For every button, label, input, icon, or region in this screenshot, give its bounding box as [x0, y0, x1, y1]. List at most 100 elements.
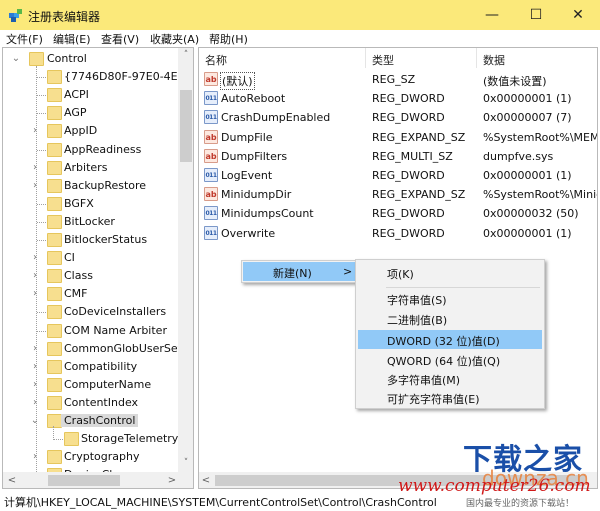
tree-item-control[interactable]: ⌄ Control	[3, 50, 178, 68]
tree-item-ci[interactable]: › CI	[3, 249, 178, 267]
folder-icon	[47, 178, 62, 193]
list-row[interactable]: ab DumpFilters REG_MULTI_SZ dumpfve.sys	[199, 147, 597, 166]
tree-vertical-scrollbar[interactable]: ˄ ˅	[178, 48, 193, 472]
tree-item-crashcontrol[interactable]: ⌄ CrashControl	[3, 412, 178, 430]
scroll-right-arrow[interactable]: >	[165, 472, 179, 488]
list-row[interactable]: 011 AutoReboot REG_DWORD 0x00000001 (1)	[199, 89, 597, 108]
menu-edit[interactable]: 编辑(E)	[53, 31, 91, 47]
chevron-right-icon[interactable]: ›	[30, 394, 40, 412]
column-header-name[interactable]: 名称	[199, 48, 365, 68]
menu-favorites[interactable]: 收藏夹(A)	[150, 31, 199, 47]
list-row[interactable]: 011 CrashDumpEnabled REG_DWORD 0x00000007 (…	[199, 108, 597, 127]
chevron-right-icon[interactable]: ›	[30, 376, 40, 394]
chevron-right-icon[interactable]: ›	[30, 177, 40, 195]
scroll-left-arrow[interactable]: <	[5, 472, 19, 488]
tree-hscroll-thumb[interactable]	[48, 475, 120, 486]
tree-item-storagetelemetry[interactable]: StorageTelemetry	[3, 430, 178, 448]
chevron-right-icon[interactable]: ›	[30, 159, 40, 177]
tree-item-agp[interactable]: AGP	[3, 104, 178, 122]
title-bar: 注册表编辑器 — ☐ ✕	[0, 0, 600, 30]
tree-item-label: AppID	[64, 124, 98, 138]
binary-value-icon: 011	[204, 225, 218, 240]
tree-item-backuprestore[interactable]: › BackupRestore	[3, 177, 178, 195]
tree-item-label: CI	[64, 251, 75, 265]
chevron-right-icon[interactable]: ›	[30, 448, 40, 466]
column-header-type[interactable]: 类型	[366, 48, 476, 68]
string-value-icon: ab	[204, 148, 218, 163]
tree-item-bitlockerstatus[interactable]: BitlockerStatus	[3, 231, 178, 249]
tree-item-7746d80f-97e0-4e26[interactable]: {7746D80F-97E0-4E26-	[3, 68, 193, 86]
chevron-right-icon[interactable]: ›	[30, 249, 40, 267]
folder-icon	[47, 395, 62, 410]
list-row[interactable]: ab MinidumpDir REG_EXPAND_SZ %SystemRoot%\M…	[199, 185, 598, 204]
value-data: %SystemRoot%\Minic	[483, 188, 598, 202]
folder-icon	[47, 359, 62, 374]
tree-item-contentindex[interactable]: › ContentIndex	[3, 394, 178, 412]
list-row[interactable]: 011 Overwrite REG_DWORD 0x00000001 (1)	[199, 224, 597, 243]
chevron-right-icon[interactable]: ›	[30, 340, 40, 358]
submenu-item-dword-value[interactable]: DWORD (32 位)值(D)	[358, 330, 542, 349]
tree-item-class[interactable]: › Class	[3, 267, 178, 285]
tree-scroll-thumb[interactable]	[180, 90, 192, 162]
list-row[interactable]: 011 LogEvent REG_DWORD 0x00000001 (1)	[199, 166, 597, 185]
tree-item-appid[interactable]: › AppID	[3, 122, 178, 140]
scroll-left-arrow[interactable]: <	[199, 472, 213, 488]
registry-tree[interactable]: ⌄ Control {7746D80F-97E0-4E26- ACPI AGP › AppI…	[2, 47, 194, 489]
context-menu-new[interactable]: 新建(N) >	[243, 262, 357, 281]
tree-item-cryptography[interactable]: › Cryptography	[3, 448, 178, 466]
value-type: REG_EXPAND_SZ	[372, 130, 466, 144]
chevron-right-icon[interactable]: ›	[30, 285, 40, 303]
submenu-item-string-value[interactable]: 字符串值(S)	[358, 289, 542, 308]
tree-guide-line	[37, 312, 46, 314]
chevron-down-icon[interactable]: ⌄	[30, 412, 40, 430]
value-name: DumpFilters	[221, 149, 288, 163]
maximize-button[interactable]: ☐	[514, 0, 558, 30]
value-type: REG_DWORD	[372, 92, 445, 106]
tree-item-label: ACPI	[64, 88, 89, 102]
binary-value-icon: 011	[204, 168, 218, 182]
submenu-item-expandable-string-value[interactable]: 可扩充字符串值(E)	[358, 388, 542, 407]
scroll-down-arrow[interactable]: ˅	[178, 456, 193, 470]
minimize-button[interactable]: —	[470, 0, 514, 30]
menu-view[interactable]: 查看(V)	[101, 31, 139, 47]
tree-item-acpi[interactable]: ACPI	[3, 86, 178, 104]
submenu-item-binary-value[interactable]: 二进制值(B)	[358, 309, 542, 328]
submenu-item-multi-string-value[interactable]: 多字符串值(M)	[358, 369, 542, 388]
tree-item-bitlocker[interactable]: BitLocker	[3, 213, 178, 231]
chevron-right-icon[interactable]: ›	[30, 122, 40, 140]
value-type: REG_SZ	[372, 73, 416, 86]
tree-item-commonglobusersett[interactable]: › CommonGlobUserSett	[3, 340, 186, 358]
close-button[interactable]: ✕	[556, 0, 600, 30]
submenu-item-label: 项(K)	[387, 268, 414, 281]
tree-item-cmf[interactable]: › CMF	[3, 285, 178, 303]
folder-icon	[47, 305, 62, 320]
submenu-item-label: 二进制值(B)	[387, 314, 448, 327]
binary-value-icon: 011	[204, 110, 218, 125]
tree-item-compatibility[interactable]: › Compatibility	[3, 358, 178, 376]
tree-item-codeviceinstallers[interactable]: CoDeviceInstallers	[3, 303, 178, 321]
tree-item-label: StorageTelemetry	[81, 432, 179, 446]
menu-help[interactable]: 帮助(H)	[209, 31, 248, 47]
list-row[interactable]: ab (默认) REG_SZ (数值未设置)	[199, 70, 597, 90]
tree-horizontal-scrollbar[interactable]: < >	[3, 472, 193, 488]
menu-file[interactable]: 文件(F)	[6, 31, 43, 47]
tree-item-appreadiness[interactable]: AppReadiness	[3, 141, 178, 159]
submenu-item-qword-value[interactable]: QWORD (64 位)值(Q)	[358, 350, 542, 369]
submenu-item-key[interactable]: 项(K)	[358, 263, 542, 282]
submenu-item-label: 字符串值(S)	[387, 294, 447, 307]
tree-item-arbiters[interactable]: › Arbiters	[3, 159, 178, 177]
value-name: CrashDumpEnabled	[221, 111, 331, 125]
chevron-right-icon[interactable]: ›	[30, 358, 40, 376]
chevron-right-icon[interactable]: ›	[30, 267, 40, 285]
scroll-up-arrow[interactable]: ˄	[178, 48, 193, 62]
folder-icon	[47, 70, 62, 85]
tree-item-bgfx[interactable]: BGFX	[3, 195, 178, 213]
tree-item-computername[interactable]: › ComputerName	[3, 376, 178, 394]
list-row[interactable]: ab DumpFile REG_EXPAND_SZ %SystemRoot%\MEM	[199, 128, 597, 147]
list-row[interactable]: 011 MinidumpsCount REG_DWORD 0x00000032 (50…	[199, 204, 597, 223]
regedit-app-icon	[9, 9, 22, 22]
tree-item-com-name-arbiter[interactable]: COM Name Arbiter	[3, 322, 178, 340]
chevron-down-icon[interactable]: ⌄	[11, 50, 21, 68]
tree-item-label: CommonGlobUserSett	[64, 341, 187, 355]
column-header-data[interactable]: 数据	[477, 48, 597, 68]
